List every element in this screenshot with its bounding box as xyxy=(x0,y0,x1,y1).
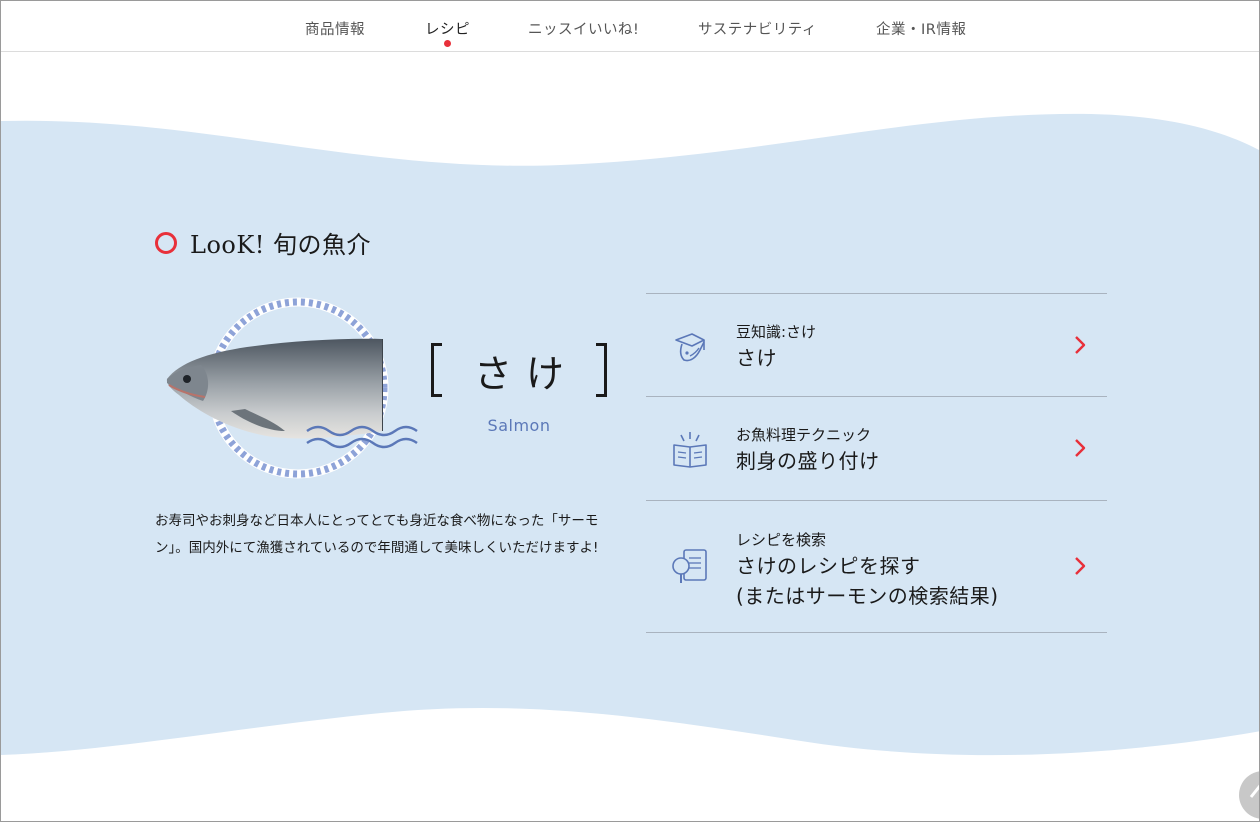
fish-link-list: 豆知識:さけ さけ お魚料理テクニック 刺身の盛り付け レシピを検索 さけのレシ… xyxy=(646,293,1107,633)
fish-name-jp: さけ xyxy=(473,351,578,396)
back-to-top-button[interactable] xyxy=(1239,771,1259,819)
active-indicator-dot xyxy=(444,40,451,47)
nav-item-recipe[interactable]: レシピ xyxy=(425,18,470,47)
fish-name-bracket: さけ xyxy=(431,343,607,397)
fish-description: お寿司やお刺身など日本人にとってとても身近な食べ物になった「サーモン」。国内外に… xyxy=(155,513,599,556)
link-small-label: 豆知識:さけ xyxy=(736,323,817,341)
fish-knowledge-icon xyxy=(675,333,705,362)
chevron-right-icon xyxy=(1075,336,1086,354)
salmon-image-icon xyxy=(166,297,418,479)
link-text: 豆知識:さけ さけ xyxy=(736,321,816,373)
left-bracket xyxy=(431,343,442,397)
link-small-label: お魚料理テクニック xyxy=(736,426,872,444)
chevron-right-icon xyxy=(1075,557,1086,575)
nav-item-corporate-ir[interactable]: 企業・IR情報 xyxy=(876,18,966,39)
section-heading: LooK! 旬の魚介 xyxy=(190,231,372,259)
fish-illustration xyxy=(161,291,421,486)
fish-name-en: Salmon xyxy=(487,416,551,435)
nav-item-recipe-label: レシピ xyxy=(425,22,470,38)
global-nav: 商品情報 レシピ ニッスイいいね! サステナビリティ 企業・IR情報 xyxy=(1,1,1259,52)
link-big-label-sub: (またはサーモンの検索結果) xyxy=(736,584,999,608)
link-small-label: レシピを検索 xyxy=(736,531,827,549)
page-frame: 商品情報 レシピ ニッスイいいね! サステナビリティ 企業・IR情報 LooK!… xyxy=(0,0,1260,822)
link-text: お魚料理テクニック 刺身の盛り付け xyxy=(736,424,880,476)
red-ring-icon xyxy=(155,231,177,254)
recipe-search-icon xyxy=(672,549,707,583)
arrow-up-icon xyxy=(1249,784,1259,798)
link-cooking-technique[interactable]: お魚料理テクニック 刺身の盛り付け xyxy=(646,397,1107,501)
nav-item-nissui-iine[interactable]: ニッスイいいね! xyxy=(528,18,639,39)
link-big-label: さけのレシピを探す xyxy=(736,554,921,578)
link-recipe-search[interactable]: レシピを検索 さけのレシピを探す (またはサーモンの検索結果) xyxy=(646,501,1107,633)
link-fish-trivia[interactable]: 豆知識:さけ さけ xyxy=(646,294,1107,397)
section-title: LooK! 旬の魚介 xyxy=(155,225,371,260)
link-text: レシピを検索 さけのレシピを探す (またはサーモンの検索結果) xyxy=(736,529,999,611)
link-big-label: さけ xyxy=(736,346,777,370)
nav-item-sustainability[interactable]: サステナビリティ xyxy=(698,18,817,39)
chevron-right-icon xyxy=(1075,439,1086,457)
nav-item-products[interactable]: 商品情報 xyxy=(305,18,365,39)
right-bracket xyxy=(596,343,607,397)
link-big-label: 刺身の盛り付け xyxy=(736,449,880,473)
cooking-book-icon xyxy=(673,432,707,468)
